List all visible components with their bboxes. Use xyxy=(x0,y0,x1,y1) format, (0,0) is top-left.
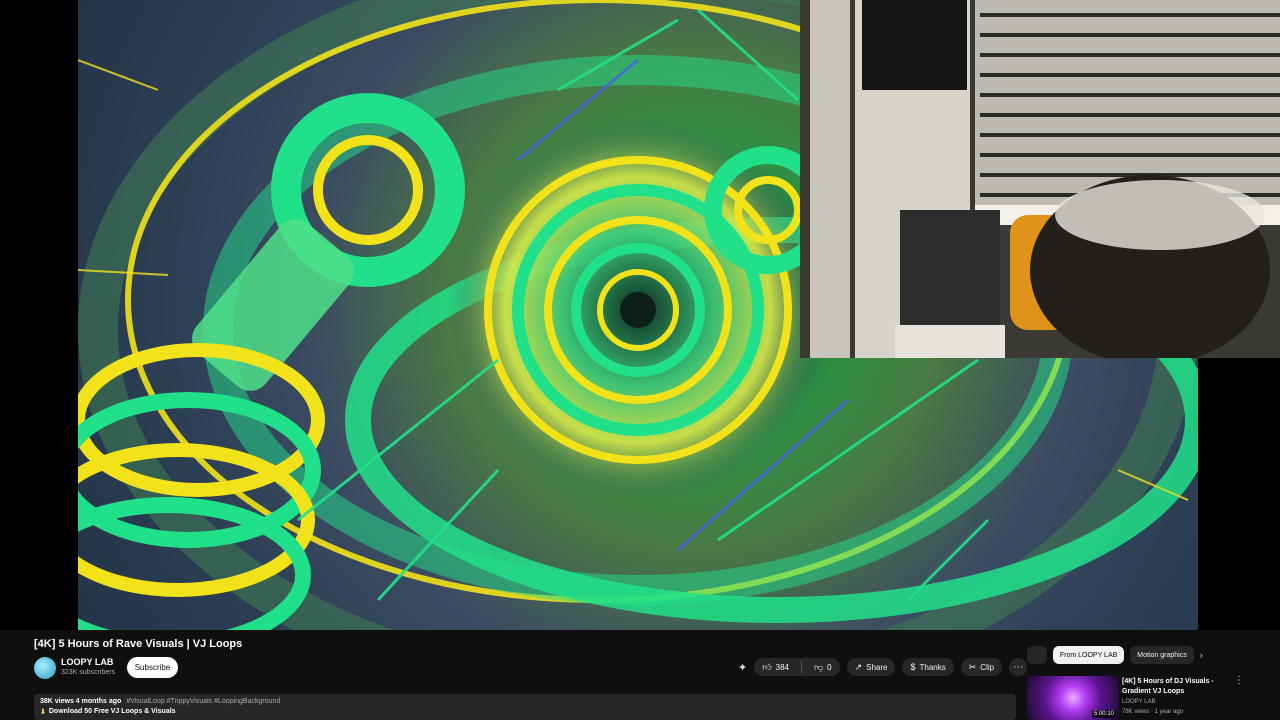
chip-motion-graphics[interactable]: Motion graphics xyxy=(1130,646,1194,664)
video-title: [4K] 5 Hours of Rave Visuals | VJ Loops xyxy=(34,638,243,650)
chevron-right-icon[interactable]: › xyxy=(1200,650,1203,660)
more-horizontal-icon: ⋯ xyxy=(1013,661,1024,673)
webcam-overlay xyxy=(800,0,1280,358)
thanks-button[interactable]: $ Thanks xyxy=(902,658,954,676)
hype-icon[interactable]: ✦ xyxy=(738,661,747,674)
related-chips: From LOOPY LAB Motion graphics › xyxy=(1027,646,1203,664)
hashtags[interactable]: #VisualLoop #TrippyVisuals #LoopingBackg… xyxy=(126,698,280,705)
clip-button[interactable]: ✂ Clip xyxy=(960,658,1003,676)
webcam-scene xyxy=(800,0,1280,358)
kebab-menu-icon[interactable]: ⋮ xyxy=(1234,675,1244,686)
channel-avatar[interactable] xyxy=(34,657,56,679)
thanks-label: Thanks xyxy=(919,662,946,672)
thumbs-down-icon: 👎︎ xyxy=(813,661,824,672)
channel-name[interactable]: LOOPY LAB xyxy=(61,657,113,667)
description-download-text: Download 50 Free VJ Loops & Visuals xyxy=(48,708,176,715)
thanks-icon: $ xyxy=(910,661,916,672)
like-dislike-group: 👍︎ 384 👎︎ 0 xyxy=(754,658,840,676)
scissors-icon: ✂ xyxy=(968,661,977,672)
like-divider xyxy=(800,661,802,673)
action-bar: ✦ 👍︎ 384 👎︎ 0 ↗ Share $ Thanks ✂ Clip ⋯ xyxy=(738,658,1028,676)
download-icon: ⬇ xyxy=(40,709,46,716)
view-stats: 38K views 4 months ago xyxy=(40,698,122,705)
share-button[interactable]: ↗ Share xyxy=(846,658,896,676)
share-icon: ↗ xyxy=(854,661,863,672)
recommended-title[interactable]: [4K] 5 Hours of DJ Visuals - Gradient VJ… xyxy=(1122,677,1230,697)
more-actions-button[interactable]: ⋯ xyxy=(1009,658,1028,676)
clip-label: Clip xyxy=(980,662,995,672)
share-label: Share xyxy=(866,662,888,672)
video-duration: 5:00:10 xyxy=(1091,710,1116,718)
like-count: 384 xyxy=(775,662,789,672)
subscriber-count: 323K subscribers xyxy=(61,669,116,676)
like-button[interactable]: 👍︎ 384 xyxy=(754,658,797,676)
chip-from-channel[interactable]: From LOOPY LAB xyxy=(1052,646,1125,664)
recommended-meta: 78K views · 1 year ago xyxy=(1122,709,1184,715)
chip-all[interactable] xyxy=(1027,646,1047,664)
recommended-thumbnail[interactable]: 5:00:10 xyxy=(1027,676,1119,720)
description-box[interactable]: 38K views 4 months ago #VisualLoop #Trip… xyxy=(34,694,1016,720)
recommended-channel[interactable]: LOOPY LAB xyxy=(1122,699,1156,705)
dislike-button[interactable]: 👎︎ 0 xyxy=(806,658,840,676)
video-info-panel: [4K] 5 Hours of Rave Visuals | VJ Loops … xyxy=(0,630,1280,720)
dislike-count: 0 xyxy=(827,662,832,672)
subscribe-button[interactable]: Subscribe xyxy=(127,657,178,678)
thumbs-up-icon: 👍︎ xyxy=(762,661,772,672)
